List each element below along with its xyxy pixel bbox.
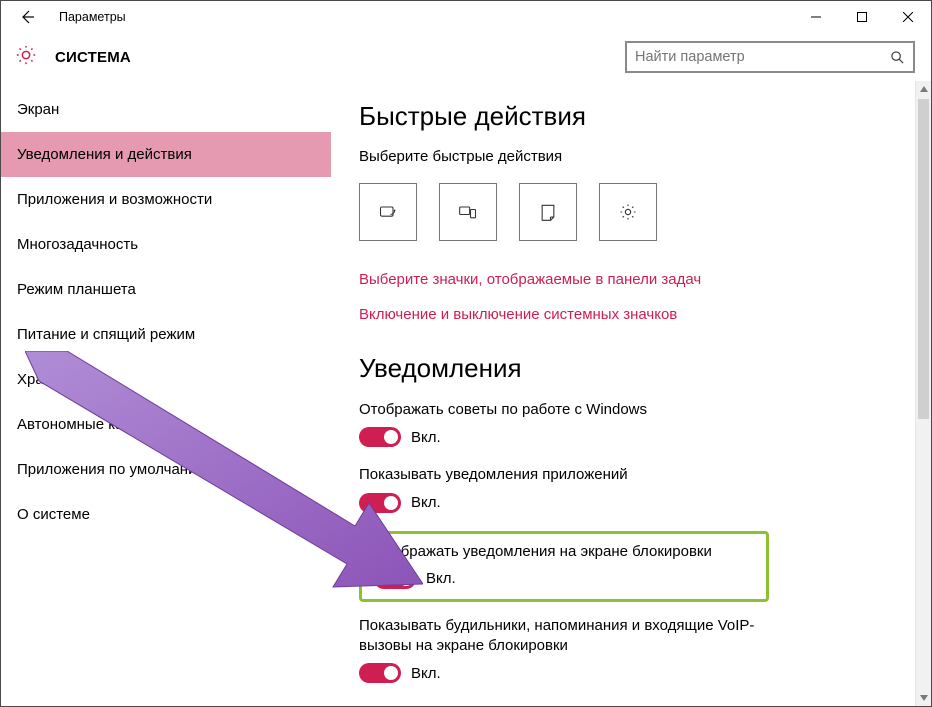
sidebar: Экран Уведомления и действия Приложения …	[1, 81, 331, 706]
close-icon	[903, 12, 913, 22]
section-title: СИСТЕМА	[55, 49, 131, 66]
sidebar-item-storage[interactable]: Хранилище	[1, 357, 331, 402]
search-icon	[881, 43, 913, 71]
sidebar-item-notifications[interactable]: Уведомления и действия	[1, 132, 331, 177]
note-icon	[538, 202, 558, 222]
setting-app-notifications: Показывать уведомления приложений Вкл.	[359, 465, 887, 512]
sidebar-item-power[interactable]: Питание и спящий режим	[1, 312, 331, 357]
search-box[interactable]	[625, 41, 915, 73]
qa-tile-tablet-mode[interactable]	[359, 183, 417, 241]
tablet-mode-icon	[378, 202, 398, 222]
arrow-left-icon	[19, 9, 35, 25]
quick-actions-subtitle: Выберите быстрые действия	[359, 148, 887, 165]
link-taskbar-icons[interactable]: Выберите значки, отображаемые в панели з…	[359, 271, 887, 288]
sidebar-item-label: Питание и спящий режим	[17, 326, 195, 343]
sidebar-item-default-apps[interactable]: Приложения по умолчанию	[1, 447, 331, 492]
highlighted-setting: Отображать уведомления на экране блокиро…	[359, 531, 769, 602]
window-controls	[793, 1, 931, 33]
sidebar-item-offline-maps[interactable]: Автономные карты	[1, 402, 331, 447]
qa-tile-note[interactable]	[519, 183, 577, 241]
scroll-up-button[interactable]	[916, 81, 931, 97]
close-button[interactable]	[885, 1, 931, 33]
window-title: Параметры	[59, 10, 126, 24]
scroll-down-button[interactable]	[916, 690, 931, 706]
back-button[interactable]	[13, 3, 41, 31]
maximize-button[interactable]	[839, 1, 885, 33]
settings-icon	[618, 202, 638, 222]
chevron-up-icon	[920, 86, 928, 92]
qa-tile-connect[interactable]	[439, 183, 497, 241]
sidebar-item-about[interactable]: О системе	[1, 492, 331, 537]
connect-icon	[458, 202, 478, 222]
sidebar-item-apps[interactable]: Приложения и возможности	[1, 177, 331, 222]
sidebar-item-label: Уведомления и действия	[17, 146, 192, 163]
setting-windows-tips: Отображать советы по работе с Windows Вк…	[359, 400, 887, 447]
sidebar-item-label: Режим планшета	[17, 281, 136, 298]
setting-label: Отображать советы по работе с Windows	[359, 400, 779, 420]
sidebar-item-tablet-mode[interactable]: Режим планшета	[1, 267, 331, 312]
sidebar-item-label: Экран	[17, 101, 59, 118]
titlebar: Параметры	[1, 1, 931, 33]
setting-lockscreen-notifications: Отображать уведомления на экране блокиро…	[374, 542, 754, 589]
setting-label: Отображать уведомления на экране блокиро…	[374, 542, 754, 562]
toggle-state: Вкл.	[411, 665, 441, 682]
gear-icon	[15, 44, 37, 70]
search-input[interactable]	[627, 49, 881, 65]
settings-window: Параметры СИСТЕМА Экран	[0, 0, 932, 707]
header-row: СИСТЕМА	[1, 33, 931, 81]
vertical-scrollbar[interactable]	[915, 81, 931, 706]
minimize-icon	[811, 12, 821, 22]
setting-alarm-reminders: Показывать будильники, напоминания и вхо…	[359, 616, 887, 684]
sidebar-item-label: Автономные карты	[17, 416, 149, 433]
maximize-icon	[857, 12, 867, 22]
toggle-state: Вкл.	[426, 570, 456, 587]
sidebar-item-label: Многозадачность	[17, 236, 138, 253]
scrollbar-thumb[interactable]	[918, 99, 929, 419]
qa-tile-settings[interactable]	[599, 183, 657, 241]
toggle-windows-tips[interactable]	[359, 427, 401, 447]
main-content: Быстрые действия Выберите быстрые действ…	[331, 81, 915, 706]
quick-actions-heading: Быстрые действия	[359, 101, 887, 132]
body: Экран Уведомления и действия Приложения …	[1, 81, 931, 706]
toggle-alarm-reminders[interactable]	[359, 663, 401, 683]
sidebar-item-multitasking[interactable]: Многозадачность	[1, 222, 331, 267]
sidebar-item-label: Хранилище	[17, 371, 98, 388]
sidebar-item-label: Приложения по умолчанию	[17, 461, 208, 478]
setting-label: Показывать уведомления приложений	[359, 465, 779, 485]
sidebar-item-label: Приложения и возможности	[17, 191, 212, 208]
toggle-app-notifications[interactable]	[359, 493, 401, 513]
sidebar-item-display[interactable]: Экран	[1, 87, 331, 132]
sidebar-item-label: О системе	[17, 506, 90, 523]
chevron-down-icon	[920, 695, 928, 701]
minimize-button[interactable]	[793, 1, 839, 33]
link-system-icons[interactable]: Включение и выключение системных значков	[359, 306, 887, 323]
quick-action-tiles	[359, 183, 887, 241]
toggle-state: Вкл.	[411, 494, 441, 511]
toggle-lockscreen-notifications[interactable]	[374, 569, 416, 589]
toggle-state: Вкл.	[411, 429, 441, 446]
notifications-heading: Уведомления	[359, 353, 887, 384]
setting-label: Показывать будильники, напоминания и вхо…	[359, 616, 779, 657]
